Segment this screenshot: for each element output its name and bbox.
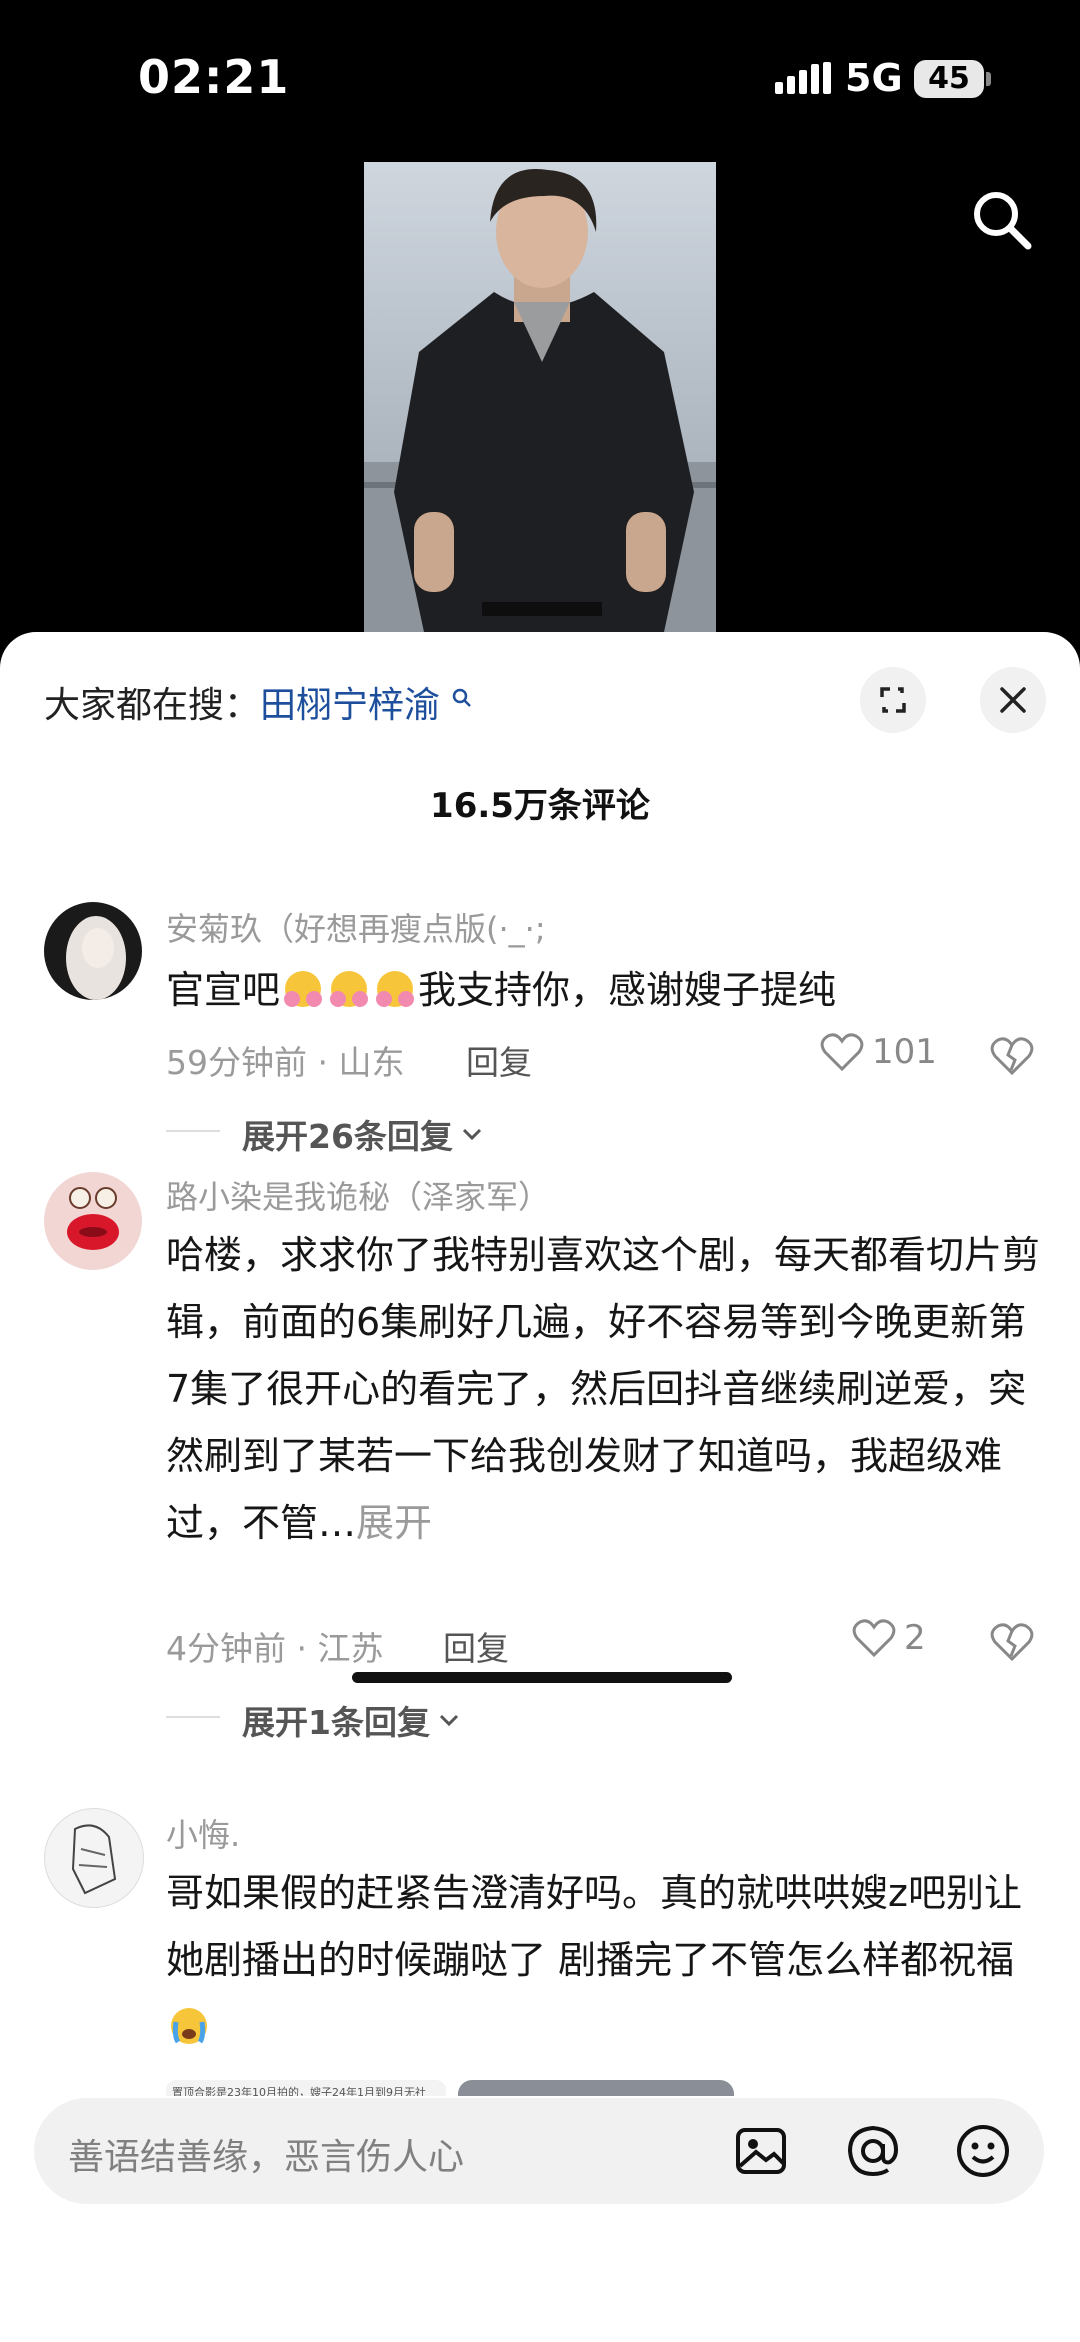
comment-text-part: 我支持你，感谢嫂子提纯 [418, 968, 837, 1012]
avatar[interactable] [44, 902, 142, 1000]
hugging-face-emoji [326, 963, 372, 1007]
broken-heart-icon[interactable] [990, 1622, 1034, 1662]
comment-meta: 4分钟前 · 江苏 [166, 1629, 384, 1668]
battery-tip [986, 72, 991, 86]
expand-icon [880, 687, 906, 713]
status-bar: 02:21 5G 45 [0, 0, 1080, 160]
expand-replies-label: 展开1条回复 [242, 1703, 430, 1742]
hugging-face-emoji [280, 963, 326, 1007]
person-figure [364, 169, 716, 632]
network-type: 5G [845, 56, 903, 100]
avatar[interactable] [44, 1172, 142, 1270]
reply-button[interactable]: 回复 [443, 1622, 509, 1670]
comment-input-placeholder: 善语结善缘，恶言伤人心 [68, 2137, 465, 2178]
heart-icon [820, 1033, 864, 1072]
home-indicator[interactable] [352, 1672, 732, 1683]
chevron-down-icon [439, 1714, 459, 1727]
reply-button[interactable]: 回复 [466, 1036, 532, 1084]
fullscreen-button[interactable] [860, 667, 926, 733]
comment-text: 哈楼，求求你了我特别喜欢这个剧，每天都看切片剪辑，前面的6集刷好几遍，好不容易等… [166, 1222, 1046, 1557]
hot-search-keyword[interactable]: 田栩宁梓渝 [260, 685, 440, 726]
battery-level: 45 [914, 60, 984, 98]
comment-text-part: 官宣吧 [166, 968, 281, 1012]
comment-input-bar: 善语结善缘，恶言伤人心 [0, 2096, 1080, 2342]
expand-text-link[interactable]: 展开 [356, 1501, 432, 1545]
chevron-down-icon [462, 1128, 481, 1141]
expand-replies-button[interactable]: 展开1条回复 [166, 1696, 462, 1744]
avatar-image [71, 1824, 117, 1895]
divider [166, 1716, 220, 1718]
comment-username[interactable]: 小悔. [166, 1810, 240, 1856]
status-time: 02:21 [138, 50, 290, 104]
expand-replies-label: 展开26条回复 [242, 1117, 453, 1156]
like-count: 101 [872, 1032, 937, 1072]
search-icon [453, 688, 472, 707]
crying-face-emoji [166, 2000, 212, 2044]
like-button[interactable]: 101 [820, 1032, 937, 1072]
hot-search[interactable]: 大家都在搜：田栩宁梓渝 [44, 676, 473, 728]
search-icon[interactable] [970, 188, 1034, 252]
hugging-face-emoji [372, 963, 418, 1007]
video-thumbnail[interactable] [364, 162, 716, 632]
comment-text: 官宣吧 我支持你，感谢嫂子提纯 [166, 957, 1046, 1024]
comment-username[interactable]: 路小染是我诡秘（泽家军） [166, 1172, 550, 1218]
at-icon[interactable] [844, 2122, 902, 2180]
expand-replies-button[interactable]: 展开26条回复 [166, 1110, 485, 1158]
comment-sheet: 大家都在搜：田栩宁梓渝 16.5万条评论 安菊玖（好想再瘦点版(·_·; 官宣吧… [0, 632, 1080, 2342]
hot-search-prefix: 大家都在搜： [44, 685, 261, 726]
like-count: 2 [904, 1618, 926, 1658]
avatar-image [67, 1187, 119, 1250]
signal-icon [775, 62, 831, 94]
comment-text: 哥如果假的赶紧告澄清好吗。真的就哄哄嫂z吧别让她剧播出的时候蹦哒了 剧播完了不管… [166, 1860, 1046, 2061]
close-button[interactable] [980, 667, 1046, 733]
emoji-icon[interactable] [954, 2122, 1012, 2180]
comment-text-body: 哥如果假的赶紧告澄清好吗。真的就哄哄嫂z吧别让她剧播出的时候蹦哒了 剧播完了不管… [166, 1871, 1022, 1982]
divider [166, 1130, 220, 1132]
heart-icon [852, 1619, 896, 1658]
like-button[interactable]: 2 [852, 1618, 926, 1658]
close-icon [1000, 687, 1026, 713]
avatar-image [66, 916, 126, 1000]
avatar[interactable] [44, 1808, 144, 1908]
comment-count: 16.5万条评论 [430, 786, 650, 826]
comment-input[interactable]: 善语结善缘，恶言伤人心 [34, 2098, 1044, 2204]
comment-username[interactable]: 安菊玖（好想再瘦点版(·_·; [166, 904, 546, 950]
comment-meta: 59分钟前 · 山东 [166, 1043, 405, 1082]
image-icon[interactable] [734, 2124, 788, 2178]
broken-heart-icon[interactable] [990, 1036, 1034, 1076]
comment-text-body: 哈楼，求求你了我特别喜欢这个剧，每天都看切片剪辑，前面的6集刷好几遍，好不容易等… [166, 1233, 1041, 1545]
